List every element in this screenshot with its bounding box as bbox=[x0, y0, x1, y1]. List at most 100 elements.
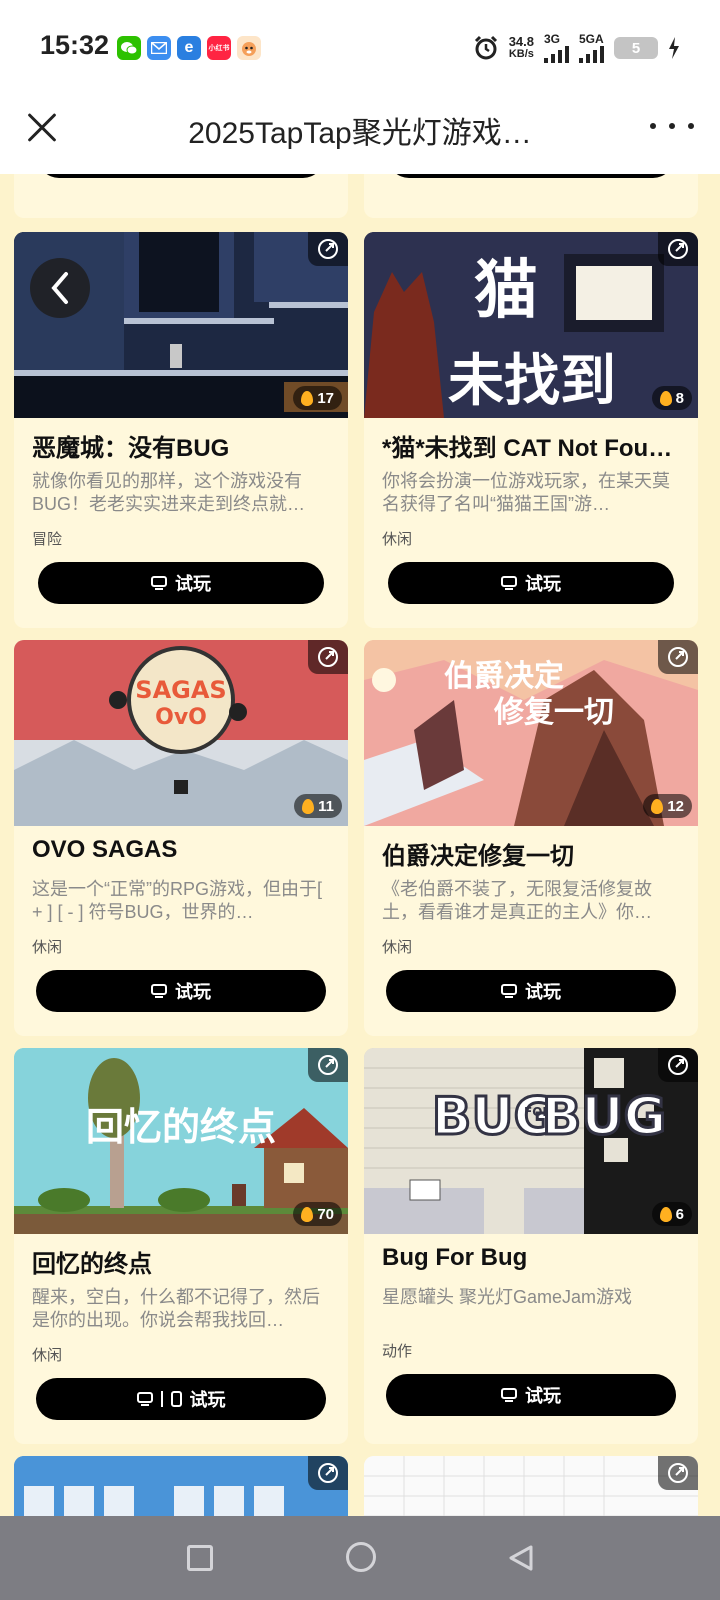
play-button[interactable]: 试玩 bbox=[36, 1378, 326, 1420]
game-title[interactable]: 恶魔城：没有BUG bbox=[32, 428, 332, 463]
game-thumbnail[interactable]: 17 bbox=[14, 232, 348, 418]
game-description: 这是一个“正常”的RPG游戏，但由于[ + ] [ - ] 符号BUG，世界的… bbox=[32, 879, 322, 922]
game-genre-tag: 休闲 bbox=[32, 1347, 63, 1364]
xiaohongshu-icon: 小红书 bbox=[207, 36, 231, 60]
heat-count: 12 bbox=[667, 797, 684, 815]
play-button[interactable]: 试玩 bbox=[386, 1374, 676, 1416]
game-thumbnail[interactable]: 伯爵决定 修复一切 12 bbox=[364, 640, 698, 826]
game-title[interactable]: 回忆的终点 bbox=[32, 1244, 332, 1279]
mail-icon bbox=[147, 36, 171, 60]
heat-badge: 12 bbox=[643, 794, 692, 818]
mascot-app-icon bbox=[237, 36, 261, 60]
play-button[interactable]: 试玩 bbox=[38, 174, 324, 178]
pc-icon bbox=[151, 983, 167, 999]
game-card-partial[interactable] bbox=[14, 1456, 348, 1516]
status-time: 15:32 bbox=[40, 30, 110, 60]
share-icon[interactable] bbox=[658, 1048, 698, 1082]
battery-indicator: 5 bbox=[614, 37, 658, 59]
game-card[interactable]: SAGAS OvO 11 OVO SAGAS 这是一个“正常”的RPG游戏，但由… bbox=[14, 640, 348, 1036]
heat-badge: 11 bbox=[294, 794, 342, 818]
wechat-icon bbox=[117, 36, 141, 60]
flame-icon bbox=[659, 390, 672, 406]
game-grid[interactable]: 试玩 试玩 bbox=[0, 174, 720, 1516]
pc-icon bbox=[151, 575, 167, 591]
game-card[interactable]: 回忆的终点 70 回忆的终点 醒来，空白，什么都不记得了，然后是你的出现。你说会… bbox=[14, 1048, 348, 1444]
heat-count: 6 bbox=[675, 1205, 684, 1223]
alarm-icon bbox=[474, 35, 497, 60]
game-thumbnail[interactable]: 猫 未找到 8 bbox=[364, 232, 698, 418]
share-icon[interactable] bbox=[308, 232, 348, 266]
play-button[interactable]: 试玩 bbox=[386, 970, 676, 1012]
flame-icon bbox=[659, 1206, 672, 1222]
pc-icon bbox=[501, 983, 517, 999]
share-icon[interactable] bbox=[308, 1048, 348, 1082]
speed-unit: KB/s bbox=[508, 48, 534, 60]
game-thumbnail[interactable]: BUG FOR BUG 6 bbox=[364, 1048, 698, 1234]
share-icon[interactable] bbox=[308, 1456, 348, 1490]
share-icon[interactable] bbox=[658, 640, 698, 674]
page-title: 2025TapTap聚光灯游戏… bbox=[188, 117, 532, 150]
partial-thumbnail-image bbox=[364, 1456, 698, 1516]
separator bbox=[160, 1391, 163, 1407]
flame-icon bbox=[302, 798, 315, 814]
game-card[interactable]: BUG FOR BUG 6 Bug For Bug 星愿罐头 聚光灯GameJa… bbox=[364, 1048, 698, 1444]
signal-bars-icon bbox=[544, 45, 569, 63]
game-thumbnail[interactable] bbox=[364, 1456, 698, 1516]
pc-icon bbox=[136, 1391, 153, 1407]
game-thumbnail[interactable]: SAGAS OvO 11 bbox=[14, 640, 348, 826]
play-button[interactable]: 试玩 bbox=[36, 970, 326, 1012]
game-card-partial: 试玩 bbox=[364, 174, 698, 218]
bug-for-bug-image: BUG FOR BUG bbox=[364, 1048, 698, 1234]
game-thumbnail[interactable] bbox=[14, 1456, 348, 1516]
game-genre-tag: 休闲 bbox=[382, 939, 413, 956]
charging-icon bbox=[669, 37, 679, 59]
heat-badge: 8 bbox=[651, 386, 692, 410]
game-description: 就像你看见的那样，这个游戏没有BUG！老老实实进来走到终点就… bbox=[32, 471, 306, 514]
cat-title-line1: 猫 bbox=[474, 254, 538, 328]
home-icon[interactable] bbox=[346, 1542, 376, 1572]
flame-icon bbox=[301, 390, 314, 406]
close-icon[interactable] bbox=[20, 106, 64, 150]
speed-value: 34.8 bbox=[508, 34, 534, 49]
game-card[interactable]: 17 恶魔城：没有BUG 就像你看见的那样，这个游戏没有BUG！老老实实进来走到… bbox=[14, 232, 348, 628]
signal-5ga: 5GA bbox=[579, 33, 604, 63]
share-icon[interactable] bbox=[658, 232, 698, 266]
heat-badge: 70 bbox=[293, 1202, 342, 1226]
game-genre-tag: 动作 bbox=[382, 1343, 413, 1360]
play-label: 试玩 bbox=[175, 574, 211, 594]
status-bar: 15:32 e 小红书 34.8 KB/s 3G 5GA 5 bbox=[0, 0, 720, 96]
game-description: 醒来，空白，什么都不记得了，然后是你的出现。你说会帮我找回… bbox=[32, 1287, 320, 1330]
play-button[interactable]: 试玩 bbox=[38, 562, 324, 604]
pc-icon bbox=[501, 1387, 517, 1403]
heat-count: 70 bbox=[317, 1205, 334, 1223]
page-header: 2025TapTap聚光灯游戏… bbox=[0, 96, 720, 174]
share-icon[interactable] bbox=[658, 1456, 698, 1490]
game-description: 《老伯爵不装了，无限复活修复故土，看看谁才是真正的主人》你… bbox=[382, 879, 652, 922]
game-title[interactable]: 伯爵决定修复一切 bbox=[382, 836, 682, 871]
heat-count: 11 bbox=[318, 797, 334, 815]
recent-apps-icon[interactable] bbox=[187, 1545, 213, 1571]
status-indicators: 34.8 KB/s 3G 5GA 5 bbox=[473, 30, 680, 66]
mobile-icon bbox=[170, 1391, 182, 1407]
play-button[interactable]: 试玩 bbox=[388, 562, 674, 604]
count-title-line2: 修复一切 bbox=[493, 695, 614, 730]
heat-badge: 17 bbox=[293, 386, 342, 410]
more-options-icon[interactable] bbox=[650, 110, 694, 142]
signal-3g: 3G bbox=[544, 33, 569, 63]
cat-not-found-image: 猫 未找到 bbox=[364, 232, 698, 418]
game-card[interactable]: 伯爵决定 修复一切 12 伯爵决定修复一切 《老伯爵不装了，无限复活修复故土，看… bbox=[364, 640, 698, 1036]
game-title[interactable]: *猫*未找到 CAT Not Fou… bbox=[382, 428, 682, 463]
pc-icon bbox=[501, 575, 517, 591]
game-title[interactable]: OVO SAGAS bbox=[32, 836, 332, 864]
game-card-partial[interactable] bbox=[364, 1456, 698, 1516]
game-card[interactable]: 猫 未找到 8 *猫*未找到 CAT Not Fou… 你将会扮演一位游戏玩家，… bbox=[364, 232, 698, 628]
game-title[interactable]: Bug For Bug bbox=[382, 1244, 682, 1272]
heat-count: 17 bbox=[317, 389, 334, 407]
play-button[interactable]: 试玩 bbox=[388, 174, 674, 178]
partial-thumbnail-image bbox=[14, 1456, 348, 1516]
game-thumbnail[interactable]: 回忆的终点 70 bbox=[14, 1048, 348, 1234]
share-icon[interactable] bbox=[308, 640, 348, 674]
bug-logo-text-2: BUG bbox=[542, 1087, 667, 1147]
play-label: 试玩 bbox=[525, 1386, 561, 1406]
back-icon[interactable] bbox=[507, 1544, 535, 1572]
